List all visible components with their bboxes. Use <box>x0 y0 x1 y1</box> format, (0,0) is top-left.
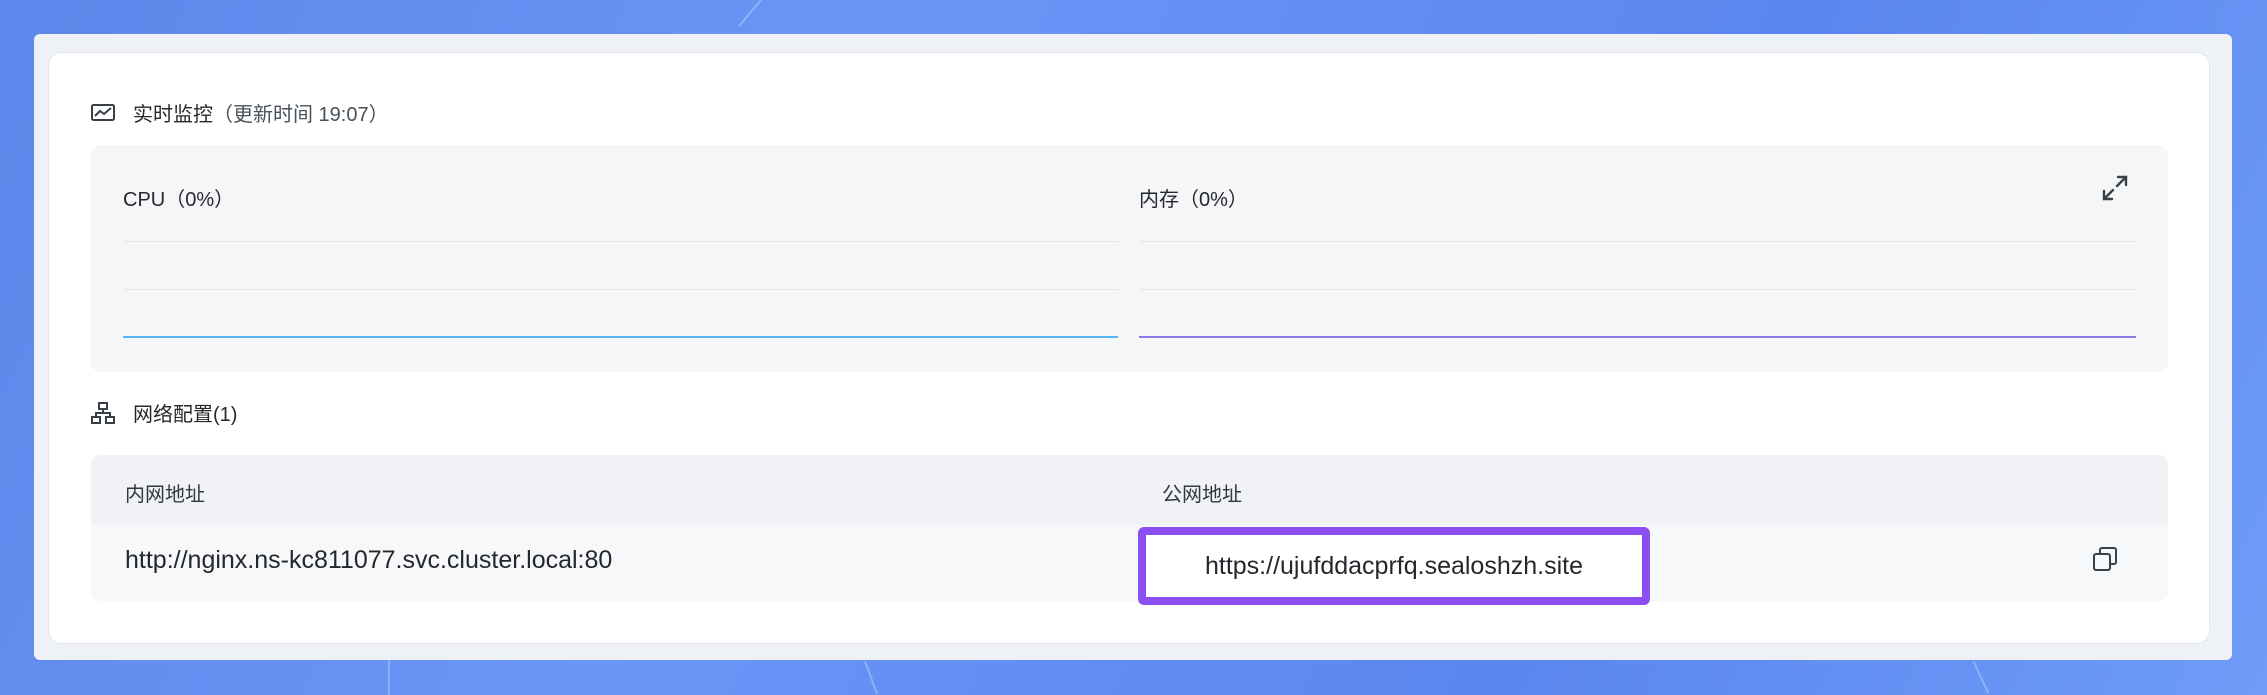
monitor-title: 实时监控 <box>133 104 213 126</box>
memory-label: 内存（0%） <box>1139 189 1248 211</box>
network-icon <box>91 401 115 425</box>
copy-icon <box>2092 546 2118 577</box>
network-table: 内网地址 公网地址 http://nginx.ns-kc811077.svc.c… <box>91 455 2168 601</box>
monitor-panel: CPU（0%） 内存（0%） <box>91 145 2168 372</box>
cpu-gridline <box>123 241 1118 242</box>
memory-gridline <box>1139 241 2136 242</box>
internal-address[interactable]: http://nginx.ns-kc811077.svc.cluster.loc… <box>125 546 612 575</box>
cpu-series-line <box>123 336 1118 338</box>
cpu-gridline <box>123 289 1118 290</box>
internal-address-header: 内网地址 <box>125 484 205 506</box>
monitor-section-title: 实时监控（更新时间 19:07） <box>91 98 389 127</box>
cpu-chart: CPU（0%） <box>123 145 1118 372</box>
expand-icon <box>2101 174 2129 207</box>
memory-series-line <box>1139 336 2136 338</box>
memory-gridline <box>1139 289 2136 290</box>
public-address-link[interactable]: https://ujufddacprfq.sealoshzh.site <box>1138 527 1650 605</box>
memory-chart: 内存（0%） <box>1139 145 2136 372</box>
public-address-header: 公网地址 <box>1162 484 1242 506</box>
copy-button[interactable] <box>2090 546 2120 576</box>
monitor-icon <box>91 103 115 123</box>
table-header: 内网地址 公网地址 <box>91 455 2168 525</box>
network-section-title: 网络配置(1) <box>91 398 237 427</box>
network-title: 网络配置(1) <box>133 404 238 426</box>
cpu-label: CPU（0%） <box>123 189 235 211</box>
expand-button[interactable] <box>2100 175 2130 205</box>
update-time: （更新时间 19:07） <box>213 104 389 126</box>
